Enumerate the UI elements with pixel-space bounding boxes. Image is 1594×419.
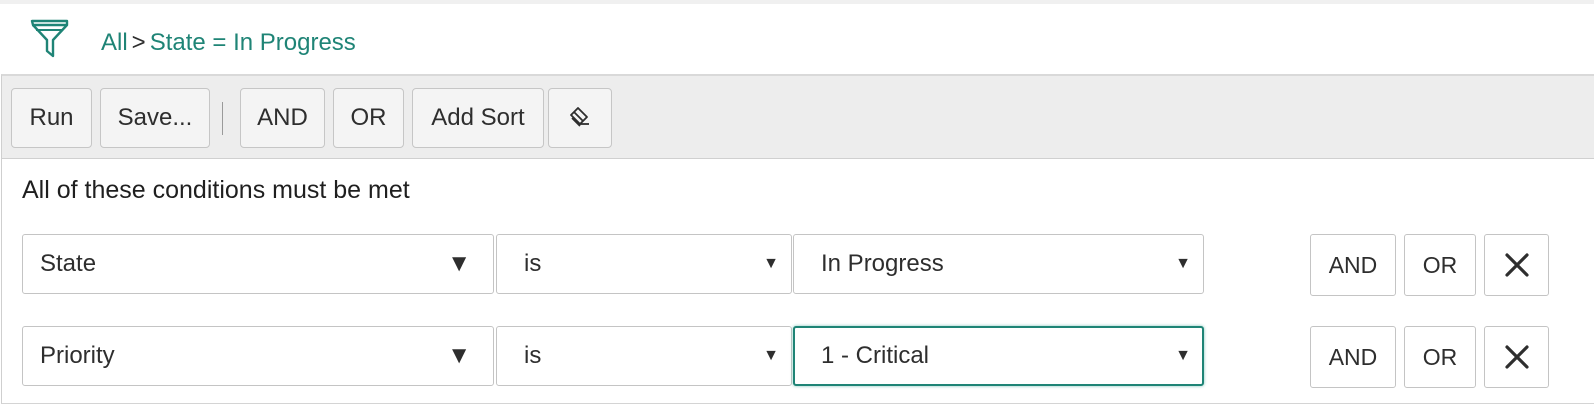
add-and-button[interactable]: AND xyxy=(240,88,325,148)
add-sort-button[interactable]: Add Sort xyxy=(412,88,544,148)
condition-2-field-value: Priority xyxy=(40,342,115,369)
condition-2-or-button[interactable]: OR xyxy=(1404,326,1476,388)
condition-1-value-select[interactable]: In Progress ▼ xyxy=(793,234,1204,294)
condition-1-value-text: In Progress xyxy=(821,250,944,277)
clear-conditions-button[interactable] xyxy=(548,88,612,148)
breadcrumb-all-link[interactable]: All xyxy=(101,29,128,56)
condition-1-and-button[interactable]: AND xyxy=(1310,234,1396,296)
triangle-down-icon: ▼ xyxy=(447,342,471,369)
condition-1-operator-select[interactable]: is ▼ xyxy=(496,234,792,294)
condition-1-or-button[interactable]: OR xyxy=(1404,234,1476,296)
triangle-down-icon: ▼ xyxy=(1175,347,1191,364)
eraser-icon xyxy=(567,105,593,131)
triangle-down-icon: ▼ xyxy=(763,255,779,272)
condition-1-field-select[interactable]: State ▼ xyxy=(22,234,494,294)
breadcrumb-bar: All > State = In Progress xyxy=(0,4,1594,72)
condition-2-field-select[interactable]: Priority ▼ xyxy=(22,326,494,386)
breadcrumb: All > State = In Progress xyxy=(101,29,356,57)
condition-builder-panel: Run Save... AND OR Add Sort All of these… xyxy=(1,74,1594,404)
filter-toolbar: Run Save... AND OR Add Sort xyxy=(2,76,1594,159)
save-button[interactable]: Save... xyxy=(100,88,210,148)
triangle-down-icon: ▼ xyxy=(1175,255,1191,272)
condition-2-operator-value: is xyxy=(524,342,542,369)
triangle-down-icon: ▼ xyxy=(763,347,779,364)
condition-1-operator-value: is xyxy=(524,250,542,277)
condition-1-field-value: State xyxy=(40,250,97,277)
run-button[interactable]: Run xyxy=(11,88,92,148)
condition-2-value-select[interactable]: 1 - Critical ▼ xyxy=(793,326,1204,386)
add-or-button[interactable]: OR xyxy=(333,88,404,148)
condition-2-remove-button[interactable] xyxy=(1484,326,1549,388)
triangle-down-icon: ▼ xyxy=(447,250,471,277)
conditions-heading: All of these conditions must be met xyxy=(22,176,410,204)
close-icon xyxy=(1504,344,1530,370)
toolbar-separator xyxy=(222,102,223,135)
condition-2-and-button[interactable]: AND xyxy=(1310,326,1396,388)
breadcrumb-condition-link[interactable]: State = In Progress xyxy=(150,29,356,56)
condition-2-value-text: 1 - Critical xyxy=(821,342,930,369)
condition-2-operator-select[interactable]: is ▼ xyxy=(496,326,792,386)
close-icon xyxy=(1504,252,1530,278)
condition-1-remove-button[interactable] xyxy=(1484,234,1549,296)
breadcrumb-separator: > xyxy=(131,29,146,56)
filter-funnel-icon[interactable] xyxy=(30,19,70,59)
